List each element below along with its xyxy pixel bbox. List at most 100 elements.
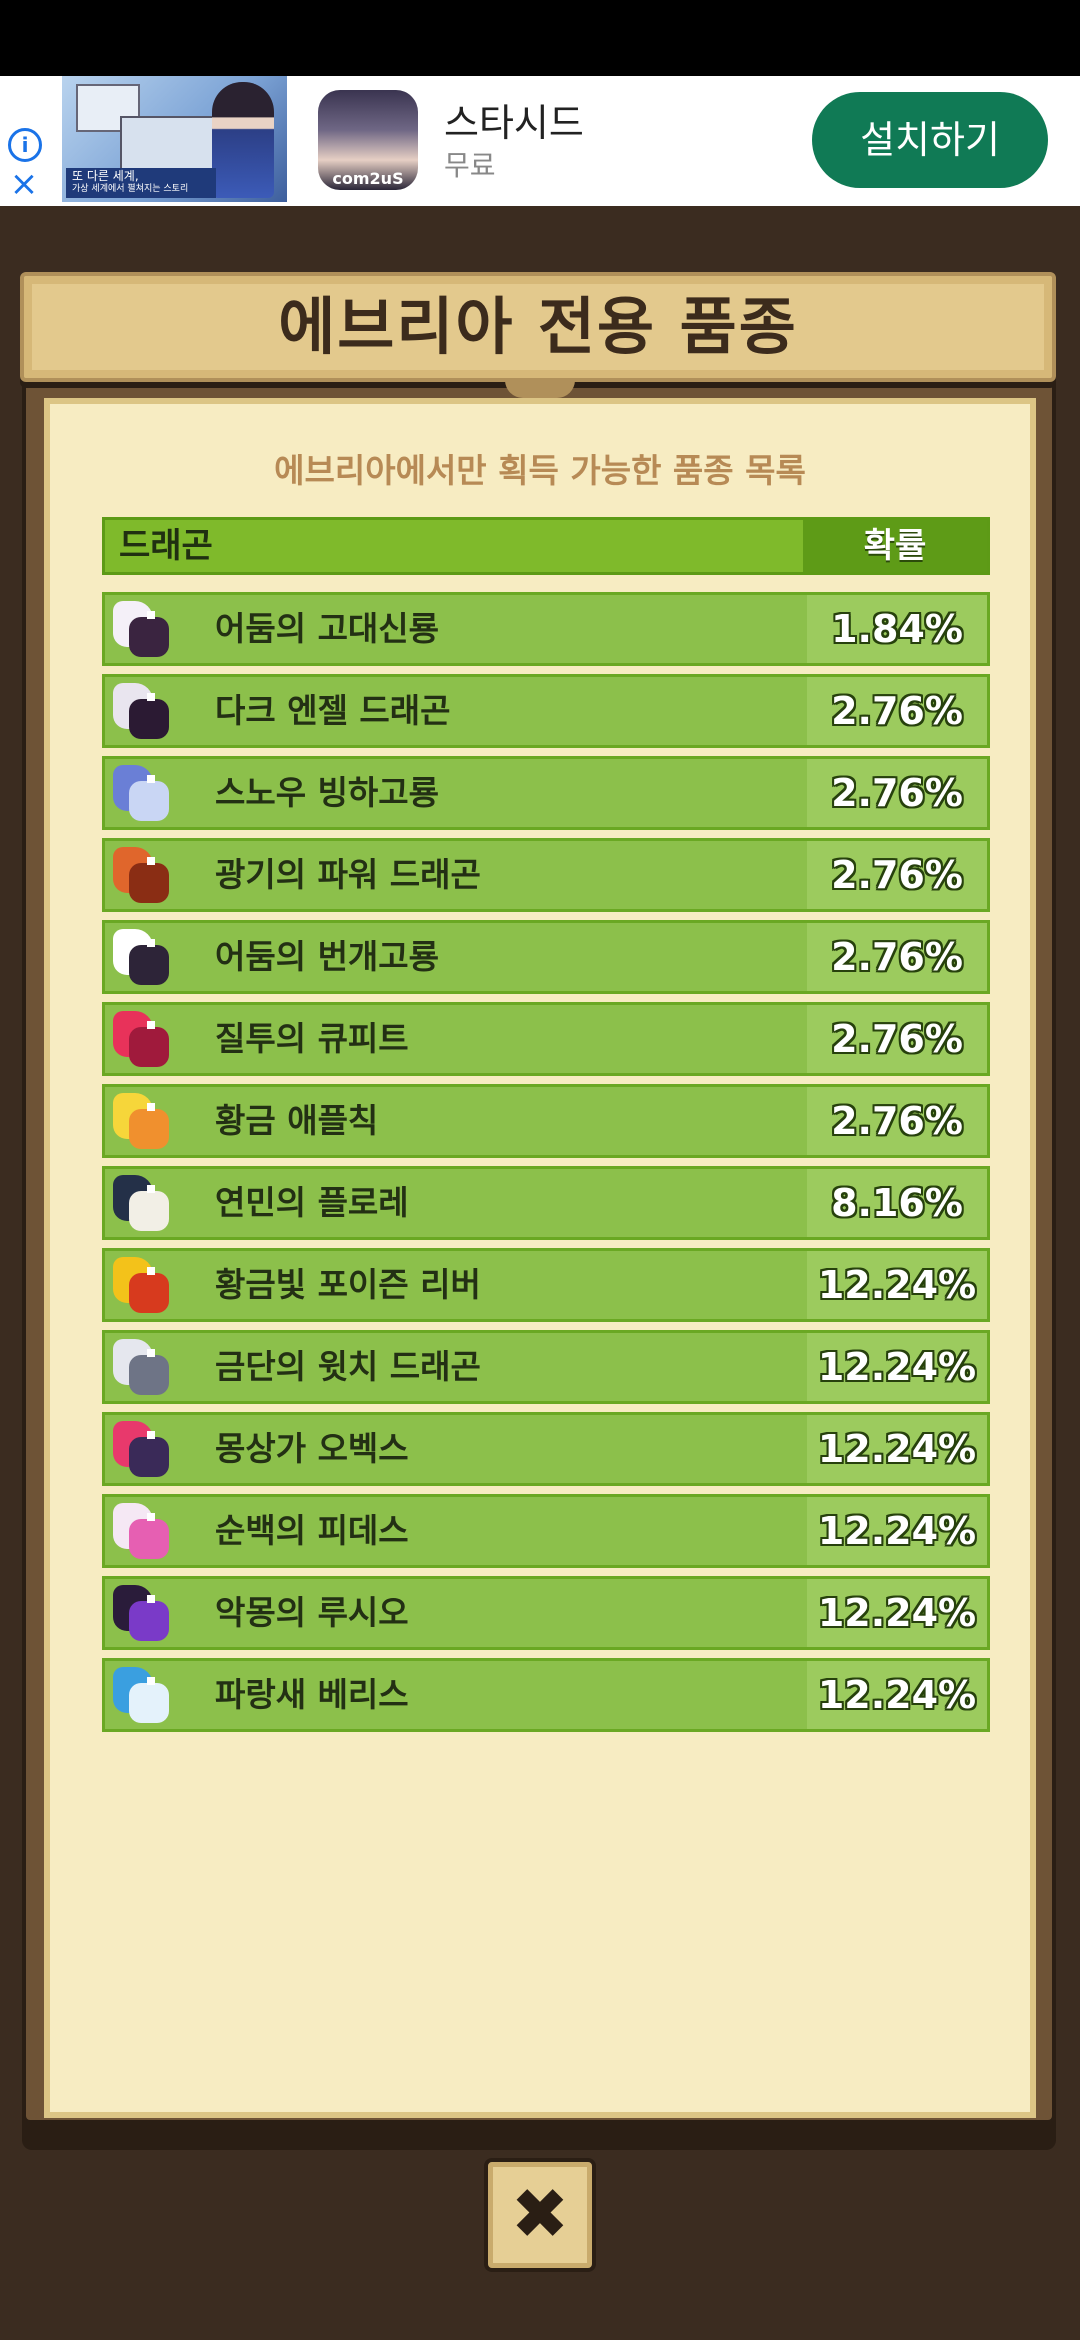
dragon-name: 황금 애플칙 — [215, 1101, 379, 1140]
preview-caption: 또 다른 세계, 가상 세계에서 펼쳐지는 스토리 — [66, 168, 216, 198]
status-bar — [0, 0, 1080, 76]
dragon-icon-part — [129, 1273, 169, 1313]
ad-app-name[interactable]: 스타시드 — [444, 92, 584, 147]
dragon-icon-part — [147, 1103, 155, 1111]
dragon-name: 어둠의 번개고룡 — [215, 937, 440, 976]
app-icon-brand: com2uS — [332, 169, 404, 188]
dragon-name: 다크 엔젤 드래곤 — [215, 691, 451, 730]
table-row[interactable]: 어둠의 고대신룡 1.84% — [102, 592, 990, 666]
dragon-icon-part — [129, 1601, 169, 1641]
app-icon[interactable]: com2uS — [318, 90, 418, 190]
dragon-probability: 12.24% — [807, 1415, 987, 1483]
dragon-icon-part — [147, 1513, 155, 1521]
dragon-name: 연민의 플로레 — [215, 1183, 409, 1222]
table-row[interactable]: 금단의 윗치 드래곤 12.24% — [102, 1330, 990, 1404]
table-row[interactable]: 몽상가 오벡스 12.24% — [102, 1412, 990, 1486]
dragon-icon-part — [129, 1191, 169, 1231]
dragon-icon-part — [147, 1677, 155, 1685]
dragon-probability: 2.76% — [807, 1005, 987, 1073]
dragon-probability: 8.16% — [807, 1169, 987, 1237]
dragon-list[interactable]: 어둠의 고대신룡 1.84% 다크 엔젤 드래곤 2.76% 스노우 빙하고룡 2.76%… — [102, 592, 990, 1740]
dragon-icon-part — [147, 693, 155, 701]
dialog-body: 에브리아에서만 획득 가능한 품종 목록 드래곤 확률 어둠의 고대신룡 1.84… — [44, 398, 1036, 2118]
dragon-probability: 2.76% — [807, 923, 987, 991]
dragon-probability: 12.24% — [807, 1661, 987, 1729]
table-row[interactable]: 순백의 피데스 12.24% — [102, 1494, 990, 1568]
dragon-icon — [107, 1171, 187, 1235]
column-header-dragon: 드래곤 — [119, 526, 213, 566]
dragon-icon-part — [147, 1431, 155, 1439]
dragon-icon-part — [147, 1185, 155, 1193]
dragon-probability: 12.24% — [807, 1251, 987, 1319]
dragon-icon-part — [147, 857, 155, 865]
dragon-icon-part — [147, 611, 155, 619]
dragon-name: 몽상가 오벡스 — [215, 1429, 409, 1468]
dragon-icon-part — [129, 1683, 169, 1723]
dragon-icon-part — [129, 1437, 169, 1477]
dragon-probability: 12.24% — [807, 1333, 987, 1401]
dragon-icon — [107, 1335, 187, 1399]
dragon-probability: 2.76% — [807, 841, 987, 909]
dragon-icon-part — [147, 1021, 155, 1029]
dragon-icon — [107, 761, 187, 825]
dragon-icon-part — [147, 1595, 155, 1603]
dragon-icon-part — [129, 1355, 169, 1395]
dragon-name: 금단의 윗치 드래곤 — [215, 1347, 481, 1386]
title-notch — [505, 380, 575, 398]
preview-caption-line1: 또 다른 세계, — [72, 169, 139, 183]
table-row[interactable]: 악몽의 루시오 12.24% — [102, 1576, 990, 1650]
dragon-icon — [107, 1663, 187, 1727]
dragon-probability: 12.24% — [807, 1579, 987, 1647]
dialog-title: 에브리아 전용 품종 — [278, 290, 798, 363]
dragon-probability: 12.24% — [807, 1497, 987, 1565]
table-row[interactable]: 광기의 파워 드래곤 2.76% — [102, 838, 990, 912]
dragon-probability: 2.76% — [807, 677, 987, 745]
dragon-icon — [107, 679, 187, 743]
table-header: 드래곤 확률 — [102, 517, 990, 575]
dragon-name: 파랑새 베리스 — [215, 1675, 409, 1714]
dragon-icon — [107, 597, 187, 661]
dragon-icon-part — [147, 1267, 155, 1275]
dragon-icon-part — [147, 939, 155, 947]
dragon-icon-part — [129, 863, 169, 903]
close-x-icon: ✖ — [510, 2173, 570, 2255]
dragon-icon — [107, 1417, 187, 1481]
info-icon[interactable]: i — [8, 128, 42, 162]
dragon-icon — [107, 1007, 187, 1071]
ad-banner[interactable]: i × 또 다른 세계, 가상 세계에서 펼쳐지는 스토리 com2uS 스타시… — [0, 76, 1080, 206]
dragon-icon-part — [147, 775, 155, 783]
table-row[interactable]: 어둠의 번개고룡 2.76% — [102, 920, 990, 994]
dragon-name: 악몽의 루시오 — [215, 1593, 409, 1632]
ad-app-price: 무료 — [444, 149, 496, 182]
dragon-icon — [107, 1089, 187, 1153]
dragon-icon-part — [129, 617, 169, 657]
preview-caption-line2: 가상 세계에서 펼쳐지는 스토리 — [72, 184, 189, 194]
dragon-icon-part — [129, 945, 169, 985]
table-row[interactable]: 질투의 큐피트 2.76% — [102, 1002, 990, 1076]
dragon-name: 광기의 파워 드래곤 — [215, 855, 481, 894]
dragon-name: 질투의 큐피트 — [215, 1019, 409, 1058]
table-row[interactable]: 연민의 플로레 8.16% — [102, 1166, 990, 1240]
dragon-name: 황금빛 포이즌 리버 — [215, 1265, 481, 1304]
dragon-icon — [107, 1581, 187, 1645]
preview-character — [212, 82, 274, 198]
dragon-icon-part — [129, 1109, 169, 1149]
table-row[interactable]: 스노우 빙하고룡 2.76% — [102, 756, 990, 830]
dragon-icon-part — [129, 1519, 169, 1559]
dragon-name: 스노우 빙하고룡 — [215, 773, 440, 812]
dialog-title-plate: 에브리아 전용 품종 — [20, 272, 1056, 382]
table-row[interactable]: 파랑새 베리스 12.24% — [102, 1658, 990, 1732]
close-icon[interactable]: × — [8, 167, 40, 201]
dialog-close-button[interactable]: ✖ — [484, 2158, 596, 2272]
table-row[interactable]: 황금 애플칙 2.76% — [102, 1084, 990, 1158]
ad-preview-image[interactable]: 또 다른 세계, 가상 세계에서 펼쳐지는 스토리 — [62, 76, 287, 202]
table-row[interactable]: 다크 엔젤 드래곤 2.76% — [102, 674, 990, 748]
table-row[interactable]: 황금빛 포이즌 리버 12.24% — [102, 1248, 990, 1322]
dragon-icon-part — [129, 1027, 169, 1067]
dragon-icon — [107, 925, 187, 989]
dragon-icon-part — [129, 781, 169, 821]
dragon-icon-part — [129, 699, 169, 739]
dragon-name: 어둠의 고대신룡 — [215, 609, 440, 648]
install-button[interactable]: 설치하기 — [812, 92, 1048, 188]
dialog-subtitle: 에브리아에서만 획득 가능한 품종 목록 — [274, 451, 806, 490]
